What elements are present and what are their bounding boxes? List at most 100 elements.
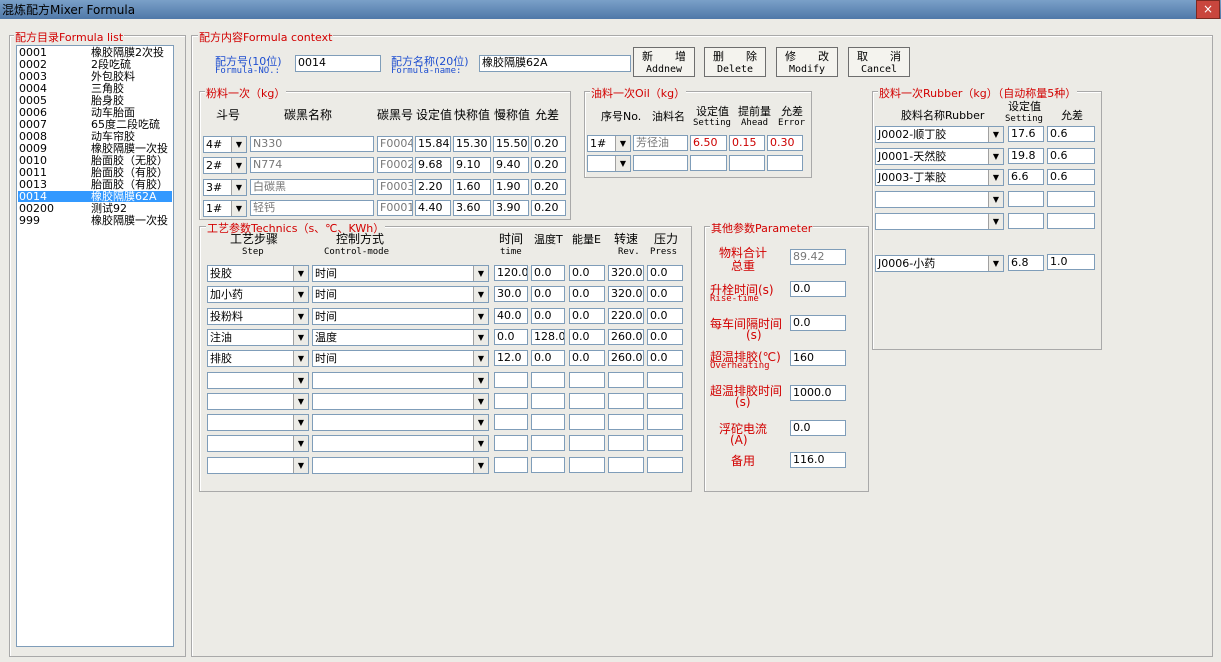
chevron-down-icon[interactable]: ▼ xyxy=(615,136,630,151)
powder-setting-field[interactable]: 2.20 xyxy=(415,178,451,195)
oil-error-field[interactable] xyxy=(767,155,803,171)
tech-temp-field[interactable] xyxy=(531,414,565,431)
tech-temp-field[interactable]: 128.0 xyxy=(531,328,565,345)
tech-step-select[interactable]: ▼ xyxy=(207,435,309,453)
rubber-name-select[interactable]: ▼ xyxy=(875,212,1004,230)
powder-setting-field[interactable]: 15.84 xyxy=(415,136,451,152)
tech-energy-field[interactable]: 0.0 xyxy=(569,265,605,281)
tech-energy-field[interactable]: 0.0 xyxy=(569,307,605,324)
powder-slow-field[interactable]: 15.50 xyxy=(493,136,529,152)
tech-temp-field[interactable]: 0.0 xyxy=(531,265,565,281)
powder-setting-field[interactable]: 4.40 xyxy=(415,199,451,216)
tech-press-field[interactable] xyxy=(647,435,683,452)
chevron-down-icon[interactable]: ▼ xyxy=(988,170,1003,186)
rubber-name-select[interactable]: J0003-丁苯胶 ▼ xyxy=(875,169,1004,187)
chevron-down-icon[interactable]: ▼ xyxy=(293,372,308,388)
list-item[interactable]: 0006 动车胎面 xyxy=(18,107,172,118)
list-item[interactable]: 0001 橡胶隔膜2次投 xyxy=(18,47,172,58)
tech-press-field[interactable] xyxy=(647,414,683,431)
powder-bin-select[interactable]: 3# ▼ xyxy=(203,178,247,196)
chevron-down-icon[interactable]: ▼ xyxy=(231,200,246,216)
list-item[interactable]: 0007 65度二段吃硫 xyxy=(18,119,172,130)
chevron-down-icon[interactable]: ▼ xyxy=(293,266,308,281)
tech-temp-field[interactable] xyxy=(531,392,565,409)
powder-slow-field[interactable]: 9.40 xyxy=(493,157,529,174)
rubber-setting-field[interactable] xyxy=(1008,212,1044,229)
tech-temp-field[interactable]: 0.0 xyxy=(531,350,565,367)
powder-fast-field[interactable]: 15.30 xyxy=(453,136,491,152)
oil-no-select[interactable]: ▼ xyxy=(587,155,631,172)
powder-fast-field[interactable]: 3.60 xyxy=(453,199,491,216)
oil-error-field[interactable]: 0.30 xyxy=(767,135,803,151)
tech-step-select[interactable]: ▼ xyxy=(207,392,309,410)
rubber-small-setting[interactable]: 6.8 xyxy=(1008,255,1044,271)
powder-slow-field[interactable]: 1.90 xyxy=(493,178,529,195)
rubber-error-field[interactable]: 0.6 xyxy=(1047,169,1095,186)
modify-button[interactable]: 修 改 Modify xyxy=(776,47,838,77)
tech-energy-field[interactable] xyxy=(569,435,605,452)
powder-error-field[interactable]: 0.20 xyxy=(531,136,566,152)
powder-error-field[interactable]: 0.20 xyxy=(531,178,566,195)
chevron-down-icon[interactable]: ▼ xyxy=(473,351,488,367)
chevron-down-icon[interactable]: ▼ xyxy=(988,148,1003,164)
list-item[interactable]: 0004 三角胶 xyxy=(18,83,172,94)
powder-bin-select[interactable]: 1# ▼ xyxy=(203,199,247,217)
chevron-down-icon[interactable]: ▼ xyxy=(231,158,246,174)
powder-fast-field[interactable]: 1.60 xyxy=(453,178,491,195)
list-item[interactable]: 00200 测试92 xyxy=(18,203,172,214)
tech-time-field[interactable]: 40.0 xyxy=(494,307,528,324)
list-item[interactable]: 0008 动车帘胶 xyxy=(18,131,172,142)
chevron-down-icon[interactable]: ▼ xyxy=(473,329,488,345)
chevron-down-icon[interactable]: ▼ xyxy=(473,266,488,281)
chevron-down-icon[interactable]: ▼ xyxy=(293,436,308,452)
tech-rev-field[interactable] xyxy=(608,435,644,452)
tech-press-field[interactable] xyxy=(647,392,683,409)
tech-step-select[interactable]: 加小药 ▼ xyxy=(207,286,309,304)
tech-step-select[interactable]: 投胶 ▼ xyxy=(207,265,309,282)
tech-time-field[interactable]: 30.0 xyxy=(494,286,528,303)
tech-mode-select[interactable]: 时间 ▼ xyxy=(312,265,489,282)
tech-rev-field[interactable] xyxy=(608,414,644,431)
chevron-down-icon[interactable]: ▼ xyxy=(293,287,308,303)
tech-press-field[interactable]: 0.0 xyxy=(647,286,683,303)
tech-step-select[interactable]: 投粉料 ▼ xyxy=(207,307,309,325)
oil-ahead-field[interactable]: 0.15 xyxy=(729,135,765,151)
rubber-error-field[interactable]: 0.6 xyxy=(1047,126,1095,142)
rubber-setting-field[interactable]: 6.6 xyxy=(1008,169,1044,186)
tech-temp-field[interactable]: 0.0 xyxy=(531,286,565,303)
tech-energy-field[interactable]: 0.0 xyxy=(569,350,605,367)
tech-temp-field[interactable] xyxy=(531,435,565,452)
tech-temp-field[interactable] xyxy=(531,371,565,388)
list-item[interactable]: 0011 胎面胶（有胶） xyxy=(18,167,172,178)
rubber-error-field[interactable] xyxy=(1047,212,1095,229)
interval-time-input[interactable]: 0.0 xyxy=(790,315,846,331)
tech-temp-field[interactable] xyxy=(531,456,565,473)
tech-press-field[interactable]: 0.0 xyxy=(647,307,683,324)
tech-rev-field[interactable] xyxy=(608,456,644,473)
tech-step-select[interactable]: ▼ xyxy=(207,371,309,389)
list-item[interactable]: 0010 胎面胶（无胶） xyxy=(18,155,172,166)
tech-time-field[interactable] xyxy=(494,435,528,452)
chevron-down-icon[interactable]: ▼ xyxy=(293,351,308,367)
rubber-name-select[interactable]: J0002-顺丁胶 ▼ xyxy=(875,126,1004,143)
chevron-down-icon[interactable]: ▼ xyxy=(231,137,246,152)
chevron-down-icon[interactable]: ▼ xyxy=(988,256,1003,271)
tech-time-field[interactable]: 12.0 xyxy=(494,350,528,367)
tech-press-field[interactable]: 0.0 xyxy=(647,350,683,367)
tech-rev-field[interactable]: 220.0 xyxy=(608,307,644,324)
tech-mode-select[interactable]: 温度 ▼ xyxy=(312,328,489,346)
chevron-down-icon[interactable]: ▼ xyxy=(473,436,488,452)
tech-time-field[interactable] xyxy=(494,456,528,473)
powder-setting-field[interactable]: 9.68 xyxy=(415,157,451,174)
rubber-setting-field[interactable] xyxy=(1008,191,1044,208)
chevron-down-icon[interactable]: ▼ xyxy=(231,179,246,195)
tech-mode-select[interactable]: 时间 ▼ xyxy=(312,286,489,304)
rise-time-input[interactable]: 0.0 xyxy=(790,281,846,297)
cancel-button[interactable]: 取 消 Cancel xyxy=(848,47,910,77)
float-current-input[interactable]: 0.0 xyxy=(790,420,846,436)
oil-setting-field[interactable]: 6.50 xyxy=(690,135,727,151)
oil-ahead-field[interactable] xyxy=(729,155,765,171)
list-item[interactable]: 999 橡胶隔膜一次投 xyxy=(18,215,172,226)
tech-time-field[interactable] xyxy=(494,371,528,388)
tech-press-field[interactable]: 0.0 xyxy=(647,328,683,345)
